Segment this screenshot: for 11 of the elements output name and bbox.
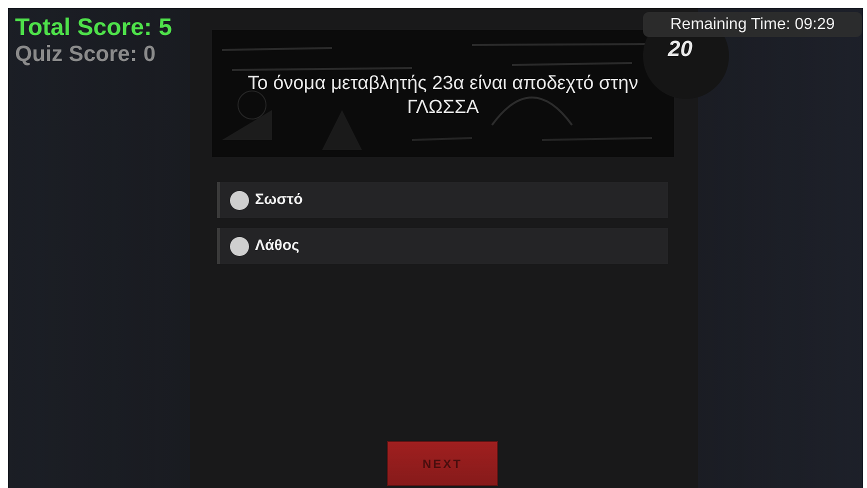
remaining-time: Remaining Time: 09:29 xyxy=(643,12,862,37)
option-label: Λάθος xyxy=(255,236,300,256)
answer-option[interactable]: Σωστό xyxy=(217,182,668,218)
radio-button[interactable] xyxy=(230,190,249,210)
question-text: Το όνομα μεταβλητής 23α είναι αποδεχτό στην ΓΛΩΣΣΑ xyxy=(246,72,640,120)
quiz-score: Quiz Score: 0 xyxy=(15,41,157,67)
answer-option[interactable]: Λάθος xyxy=(217,228,668,264)
radio-button[interactable] xyxy=(230,236,249,256)
question-number: 20 xyxy=(668,38,692,60)
total-score: Total Score: 5 xyxy=(15,14,172,41)
option-label: Σωστό xyxy=(255,190,303,210)
